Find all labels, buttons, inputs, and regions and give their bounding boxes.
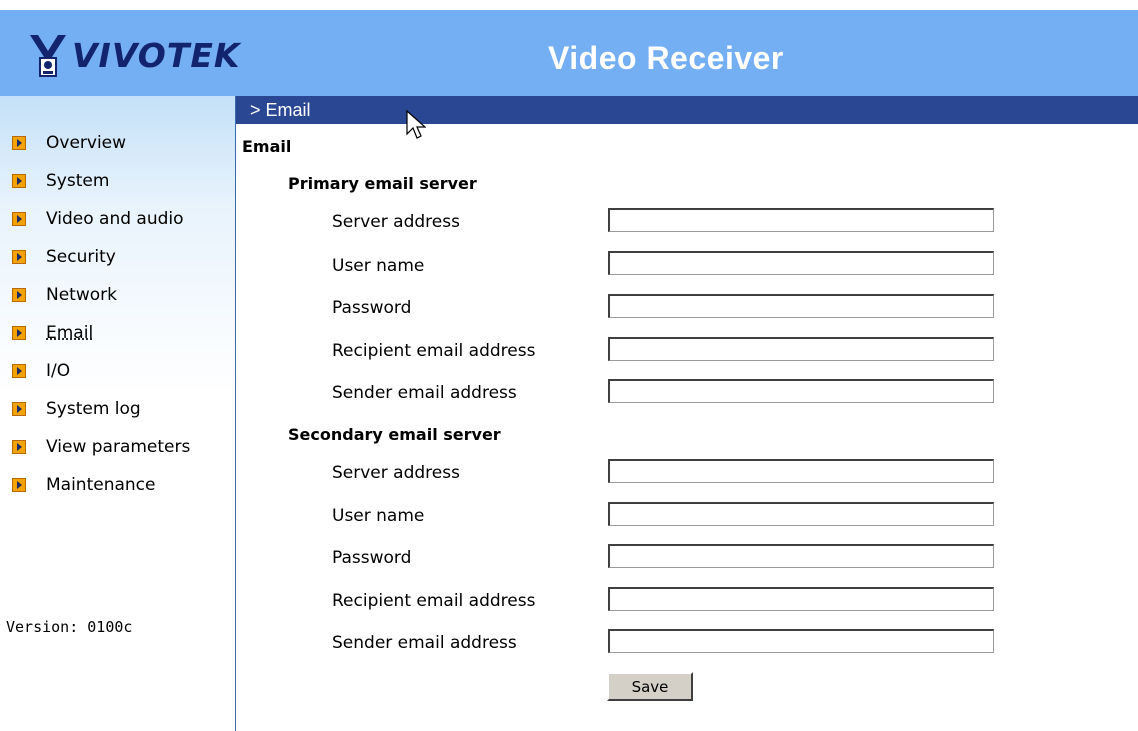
secondary-server-heading: Secondary email server	[288, 425, 501, 444]
arrow-right-icon	[12, 478, 26, 492]
sidebar-item-label: View parameters	[46, 437, 191, 457]
breadcrumb: > Email	[236, 96, 1138, 124]
sidebar-item-label: Overview	[46, 133, 127, 153]
secondary-password-label: Password	[332, 548, 412, 568]
arrow-right-icon	[12, 136, 26, 150]
secondary-server-address-input[interactable]	[608, 459, 994, 483]
primary-server-address-input[interactable]	[608, 208, 994, 232]
mouse-pointer-icon	[406, 110, 426, 139]
primary-recipient-input[interactable]	[608, 337, 994, 361]
version-label: Version: 0100c	[6, 618, 133, 636]
sidebar-item-overview[interactable]: Overview	[12, 124, 190, 162]
sidebar-item-label: Security	[46, 247, 116, 267]
camera-icon	[30, 35, 66, 77]
sidebar-item-network[interactable]: Network	[12, 276, 190, 314]
secondary-user-name-input[interactable]	[608, 502, 994, 526]
sidebar: Overview System Video and audio Security…	[0, 96, 236, 731]
primary-sender-input[interactable]	[608, 379, 994, 403]
arrow-right-icon	[12, 250, 26, 264]
secondary-server-address-label: Server address	[332, 463, 460, 483]
arrow-right-icon	[12, 174, 26, 188]
primary-user-name-input[interactable]	[608, 251, 994, 275]
sidebar-item-label: System log	[46, 399, 141, 419]
logo-text: VIVOTEK	[72, 35, 241, 75]
sidebar-nav: Overview System Video and audio Security…	[12, 124, 190, 504]
secondary-recipient-label: Recipient email address	[332, 591, 536, 611]
breadcrumb-text: > Email	[250, 100, 311, 120]
app-title: Video Receiver	[548, 40, 784, 76]
arrow-right-icon	[12, 326, 26, 340]
sidebar-item-video-and-audio[interactable]: Video and audio	[12, 200, 190, 238]
header-banner: VIVOTEK Video Receiver	[0, 10, 1138, 96]
sidebar-item-maintenance[interactable]: Maintenance	[12, 466, 190, 504]
vivotek-logo: VIVOTEK	[28, 30, 240, 80]
sidebar-item-view-parameters[interactable]: View parameters	[12, 428, 190, 466]
primary-password-input[interactable]	[608, 294, 994, 318]
arrow-right-icon	[12, 440, 26, 454]
sidebar-item-system[interactable]: System	[12, 162, 190, 200]
page-title: Email	[242, 137, 292, 156]
arrow-right-icon	[12, 402, 26, 416]
sidebar-item-email[interactable]: Email	[12, 314, 190, 352]
arrow-right-icon	[12, 364, 26, 378]
primary-recipient-label: Recipient email address	[332, 341, 536, 361]
sidebar-item-label: Video and audio	[46, 209, 184, 229]
save-button[interactable]: Save	[607, 672, 693, 701]
sidebar-item-system-log[interactable]: System log	[12, 390, 190, 428]
sidebar-item-security[interactable]: Security	[12, 238, 190, 276]
primary-server-address-label: Server address	[332, 212, 460, 232]
primary-password-label: Password	[332, 298, 412, 318]
primary-user-name-label: User name	[332, 256, 425, 276]
sidebar-item-label: Email	[46, 323, 94, 343]
secondary-sender-input[interactable]	[608, 629, 994, 653]
secondary-password-input[interactable]	[608, 544, 994, 568]
sidebar-item-label: I/O	[46, 361, 71, 381]
secondary-recipient-input[interactable]	[608, 587, 994, 611]
primary-sender-label: Sender email address	[332, 383, 517, 403]
sidebar-item-label: System	[46, 171, 110, 191]
secondary-sender-label: Sender email address	[332, 633, 517, 653]
sidebar-item-label: Maintenance	[46, 475, 156, 495]
arrow-right-icon	[12, 212, 26, 226]
secondary-user-name-label: User name	[332, 506, 425, 526]
arrow-right-icon	[12, 288, 26, 302]
sidebar-item-io[interactable]: I/O	[12, 352, 190, 390]
sidebar-item-label: Network	[46, 285, 117, 305]
primary-server-heading: Primary email server	[288, 174, 477, 193]
